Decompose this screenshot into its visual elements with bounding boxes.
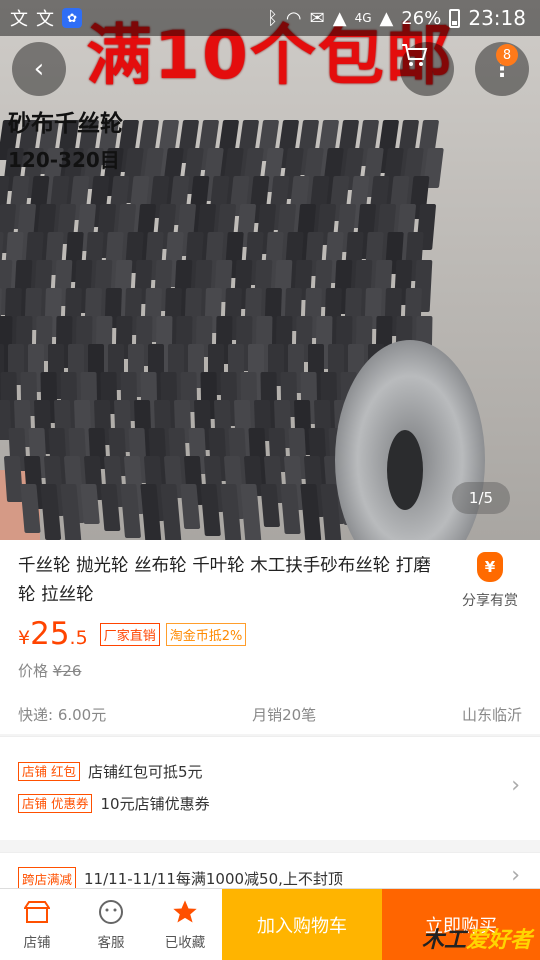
cross-store-row: 跨店满减 11/11-11/11每满1000减50,上不封顶 [18,867,343,890]
promo-tag: 店铺 优惠券 [18,794,93,813]
price-row: ¥ 25 .5 厂家直销 淘金币抵2% [18,616,247,652]
store-icon [23,898,51,926]
mail-icon: ✉ [309,7,325,29]
shipping-fee: 快递: 6.00元 [18,706,107,724]
product-image-carousel[interactable]: 满10个包邮 砂布千丝轮 120-320目 ‹ ⋮ 8 1/5 [0,0,540,540]
original-price-value: ¥26 [52,662,82,680]
wifi-icon: ◠ [285,7,302,29]
taojinbi-tag: 淘金币抵2% [165,623,247,646]
notification-icon: 文 [10,9,28,30]
delivery-meta: 快递: 6.00元 月销20笔 山东临沂 [18,704,522,725]
chevron-right-icon: › [511,773,520,798]
star-icon [171,898,199,926]
original-price: 价格 ¥26 [18,660,81,681]
monthly-sales: 月销20笔 [252,706,317,724]
shop-promotions[interactable]: 店铺 红包 店铺红包可抵5元 店铺 优惠券 10元店铺优惠券 › [0,736,540,840]
favorite-label: 已收藏 [164,935,206,951]
caption-line2: 120-320目 [8,148,120,172]
ship-location: 山东临沂 [461,706,522,724]
price-integer: 25 [30,616,70,652]
buy-now-button[interactable]: 立即购买 木工爱好者 [382,889,540,960]
signal-icon: ▲ [379,7,394,29]
favorite-button[interactable]: 已收藏 [148,889,222,960]
chevron-right-icon: › [511,863,520,888]
status-bar: 文 文 ✿ ᛒ ◠ ✉ ▲ 4G ▲ 26% 23:18 [0,0,540,36]
cross-store-discount[interactable]: 跨店满减 11/11-11/11每满1000减50,上不封顶 › [0,852,540,892]
clock: 23:18 [468,6,526,30]
cross-store-text: 11/11-11/11每满1000减50,上不封顶 [84,870,343,888]
image-page-indicator: 1/5 [452,482,510,514]
smile-chat-icon [97,898,125,926]
customer-service-button[interactable]: 客服 [74,889,148,960]
bottom-action-bar: 店铺 客服 已收藏 加入购物车 立即购买 木工爱好者 [0,888,540,960]
paw-icon: ✿ [62,8,82,28]
caption-line1: 砂布千丝轮 [8,111,123,137]
promo-row-redpacket: 店铺 红包 店铺红包可抵5元 [18,761,203,782]
money-bag-icon: ¥ [477,552,503,582]
battery-percent: 26% [401,7,442,29]
promo-row-coupon: 店铺 优惠券 10元店铺优惠券 [18,793,210,814]
cart-button[interactable] [400,42,454,96]
price-currency: ¥ [18,627,31,649]
chevron-left-icon: ‹ [33,54,45,84]
cart-icon [402,44,428,66]
share-reward-button[interactable]: ¥ 分享有赏 [458,552,522,610]
price-decimal: .5 [69,627,88,649]
product-title: 千丝轮 抛光轮 丝布轮 千叶轮 木工扶手砂布丝轮 打磨轮 拉丝轮 [18,556,431,605]
image-caption: 砂布千丝轮 120-320目 [8,104,123,173]
notification-badge: 8 [496,44,518,66]
service-label: 客服 [97,935,125,951]
notification-icon: 文 [36,9,54,30]
product-info-panel: 千丝轮 抛光轮 丝布轮 千叶轮 木工扶手砂布丝轮 打磨轮 拉丝轮 ¥ 分享有赏 … [0,540,540,734]
promo-text: 店铺红包可抵5元 [87,763,203,781]
factory-direct-tag: 厂家直销 [99,623,160,646]
promo-text: 10元店铺优惠券 [100,795,210,813]
battery-icon [449,8,461,28]
bluetooth-icon: ᛒ [267,7,278,29]
cross-store-tag: 跨店满减 [18,867,77,890]
watermark-logo: 木工爱好者 [421,928,532,953]
share-label: 分享有赏 [462,593,518,609]
shop-button[interactable]: 店铺 [0,889,74,960]
product-detail-screen: 满10个包邮 砂布千丝轮 120-320目 ‹ ⋮ 8 1/5 文 文 ✿ ᛒ [0,0,540,960]
add-to-cart-button[interactable]: 加入购物车 [222,889,382,960]
back-button[interactable]: ‹ [12,42,66,96]
network-type: 4G [354,11,372,25]
promo-tag: 店铺 红包 [18,762,80,781]
signal-icon: ▲ [332,7,347,29]
shop-label: 店铺 [23,935,51,951]
original-price-label: 价格 [18,662,49,680]
